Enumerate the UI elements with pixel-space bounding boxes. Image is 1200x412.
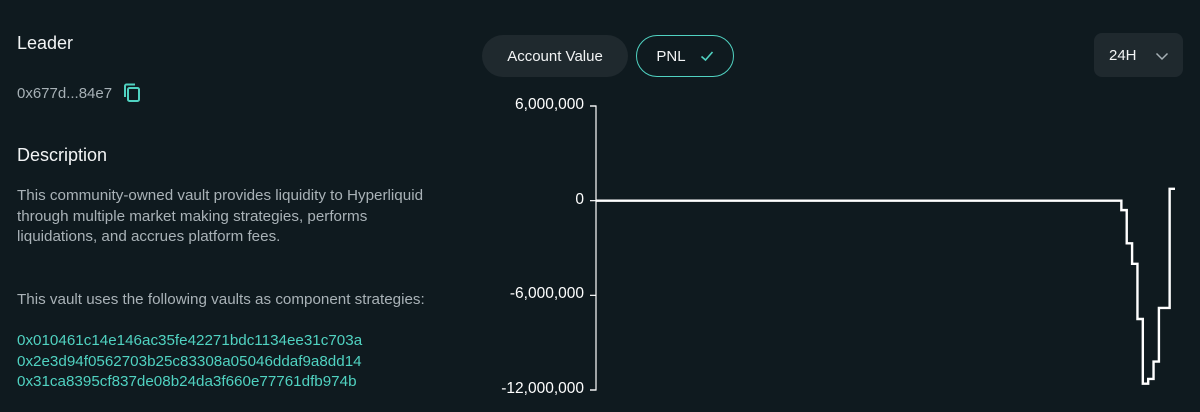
- pnl-chart: [590, 105, 1175, 391]
- y-axis-line: [590, 105, 597, 391]
- pnl-series-line: [596, 187, 1175, 385]
